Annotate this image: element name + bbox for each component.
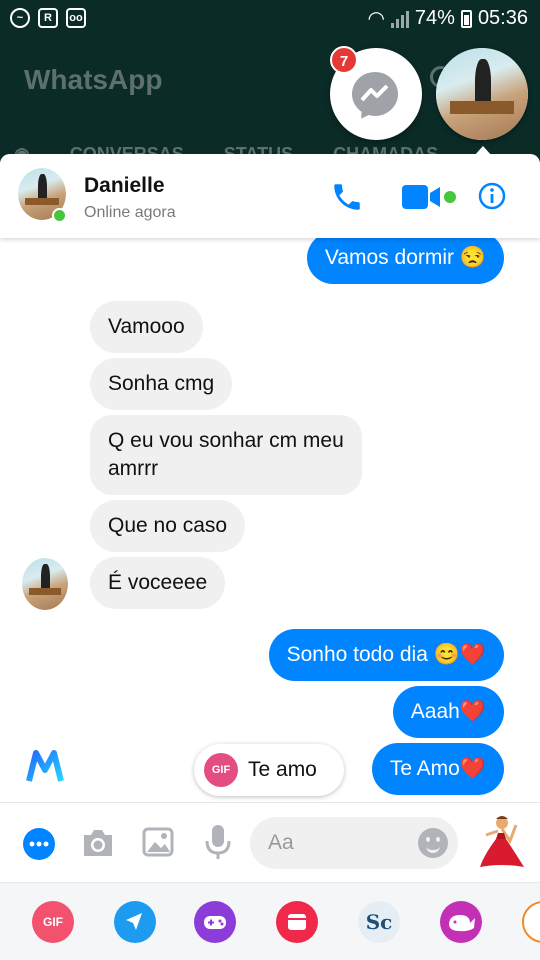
dancer-emoji-icon[interactable] xyxy=(476,815,526,876)
microphone-icon[interactable] xyxy=(204,823,232,866)
message-input-placeholder: Aa xyxy=(268,831,294,854)
background-app-title: WhatsApp xyxy=(24,64,163,95)
clock: 05:36 xyxy=(477,7,528,29)
m-assistant-icon[interactable] xyxy=(26,750,64,789)
message-outgoing[interactable]: Aaah❤️ xyxy=(392,686,504,738)
gif-icon: GIF xyxy=(204,753,238,787)
contact-name[interactable]: Danielle xyxy=(84,174,165,198)
wifi-icon: ◠ xyxy=(367,8,385,30)
battery-percent: 74% xyxy=(414,7,455,29)
sc-tray-button[interactable]: Sc xyxy=(358,901,400,943)
messenger-notification-icon: ~ xyxy=(10,8,30,28)
message-incoming[interactable]: Sonha cmg xyxy=(90,358,233,410)
message-incoming[interactable]: Que no caso xyxy=(90,500,246,552)
status-bar: ~ R oo ◠ 74% 05:36 xyxy=(0,0,540,36)
location-tray-button[interactable] xyxy=(114,901,156,943)
camera-icon[interactable] xyxy=(80,827,116,864)
message-outgoing[interactable]: Vamos dormir 😒 xyxy=(306,232,504,284)
r-app-notification-icon: R xyxy=(38,8,58,28)
online-indicator xyxy=(52,208,67,223)
chat-panel: Danielle Online agora Vamos dormir 😒 Vam… xyxy=(0,154,540,960)
suggestion-text: Te amo xyxy=(248,758,317,781)
gallery-icon[interactable] xyxy=(142,827,174,862)
message-outgoing[interactable]: Te Amo❤️ xyxy=(371,743,504,795)
whale-tray-button[interactable] xyxy=(440,901,482,943)
contact-chat-head[interactable] xyxy=(436,48,528,140)
info-icon[interactable] xyxy=(478,182,506,215)
extensions-tray: GIF Sc xyxy=(0,882,540,960)
calendar-tray-button[interactable] xyxy=(276,901,318,943)
send-location-icon xyxy=(126,913,142,930)
phone-call-icon[interactable] xyxy=(330,180,364,219)
emoji-icon[interactable] xyxy=(418,828,448,858)
unread-badge: 7 xyxy=(330,46,358,74)
contact-photo xyxy=(436,48,528,140)
message-incoming[interactable]: Q eu vou sonhar cm meu amrrr xyxy=(90,415,362,495)
games-tray-button[interactable] xyxy=(194,901,236,943)
more-options-icon[interactable] xyxy=(22,827,56,866)
composer-bar: Aa xyxy=(0,802,540,882)
message-incoming[interactable]: É voceeee xyxy=(90,557,226,609)
gamepad-icon xyxy=(204,916,226,929)
suggestion-chip[interactable]: GIF Te amo xyxy=(194,744,344,796)
message-incoming[interactable]: Vamooo xyxy=(90,301,203,353)
signal-icon xyxy=(390,10,409,28)
message-input[interactable]: Aa xyxy=(250,817,458,869)
calendar-icon xyxy=(288,914,306,930)
whale-icon xyxy=(449,915,475,932)
battery-icon xyxy=(460,9,472,28)
messenger-icon xyxy=(352,72,398,116)
video-call-icon[interactable] xyxy=(402,184,458,215)
message-outgoing[interactable]: Sonho todo dia 😊❤️ xyxy=(268,629,504,681)
chat-header: Danielle Online agora xyxy=(0,154,540,238)
contact-message-avatar xyxy=(22,558,68,610)
contact-status: Online agora xyxy=(84,204,176,221)
more-tray-button[interactable] xyxy=(522,901,540,943)
gif-tray-button[interactable]: GIF xyxy=(32,901,74,943)
voicemail-icon: oo xyxy=(66,8,86,28)
